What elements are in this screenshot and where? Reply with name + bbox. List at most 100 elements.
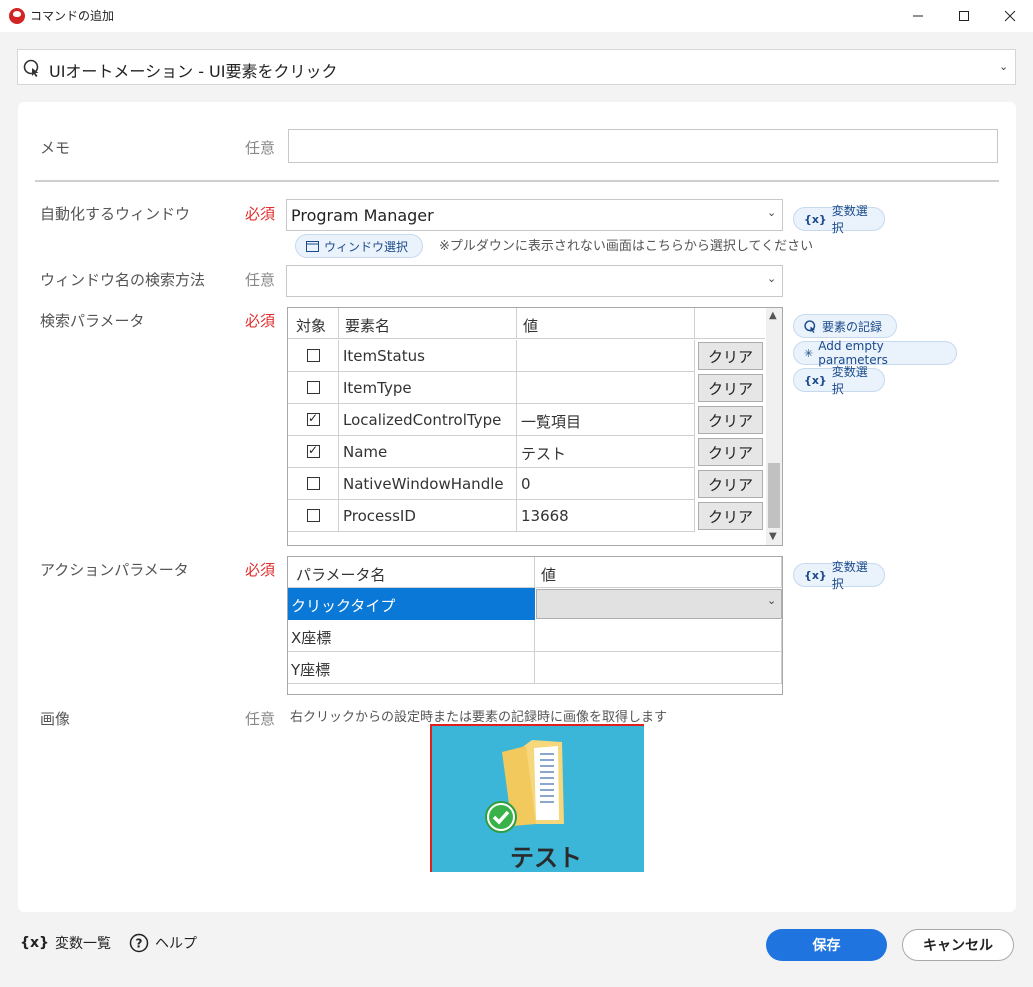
memo-input[interactable]	[288, 129, 998, 163]
table-header: 対象 要素名 値	[288, 308, 765, 339]
maximize-button[interactable]	[941, 0, 987, 32]
help-icon: ?	[129, 933, 149, 953]
row-clear-button[interactable]: クリア	[698, 502, 763, 530]
scroll-up-icon[interactable]: ▲	[769, 310, 777, 321]
click-type-select[interactable]: ⌄	[536, 589, 782, 619]
variable-button-label: 変数選択	[831, 560, 868, 591]
search-params-required-tag: 必須	[245, 312, 276, 330]
row-element-name: ItemType	[339, 372, 517, 404]
target-window-required-tag: 必須	[245, 205, 276, 223]
window-select-label: ウィンドウ選択	[324, 239, 409, 254]
row-checkbox[interactable]	[307, 381, 320, 394]
close-button[interactable]	[987, 0, 1033, 32]
row-clear-button[interactable]: クリア	[698, 406, 763, 434]
cursor-click-icon	[23, 59, 39, 77]
add-empty-parameters-button[interactable]: ✳ Add empty parameters	[793, 339, 957, 367]
svg-text:?: ?	[136, 937, 143, 951]
image-label: 画像	[40, 710, 71, 728]
chevron-down-icon: ⌄	[999, 60, 1009, 73]
column-header-value: 値	[517, 308, 695, 339]
row-checkbox[interactable]	[307, 477, 320, 490]
memo-optional-tag: 任意	[245, 139, 276, 157]
row-clear-button[interactable]: クリア	[698, 374, 763, 402]
variable-button-label: 変数選択	[831, 365, 868, 396]
row-element-name: Name	[339, 436, 517, 468]
window-title: コマンドの追加	[30, 9, 115, 23]
memo-label: メモ	[40, 139, 71, 157]
variable-list-link[interactable]: {x} 変数一覧	[20, 933, 111, 953]
maximize-icon	[959, 11, 969, 21]
image-optional-tag: 任意	[245, 710, 276, 728]
row-element-name: LocalizedControlType	[339, 404, 517, 436]
row-clear-button[interactable]: クリア	[698, 342, 763, 370]
row-value[interactable]: 一覧項目	[517, 404, 695, 436]
search-method-optional-tag: 任意	[245, 271, 276, 289]
command-select[interactable]: UIオートメーション - UI要素をクリック ⌄	[17, 49, 1016, 85]
variable-list-label: 変数一覧	[54, 936, 111, 952]
table-row[interactable]: ItemType クリア	[288, 372, 765, 404]
table-row[interactable]: Name テスト クリア	[288, 436, 765, 468]
target-window-variable-button[interactable]: {x} 変数選択	[793, 204, 885, 235]
save-button[interactable]: 保存	[766, 929, 887, 961]
action-params-table: パラメータ名 値 クリックタイプ ⌄ X座標 Y座標	[287, 556, 783, 695]
search-params-label: 検索パラメータ	[40, 312, 145, 330]
scroll-down-icon[interactable]: ▼	[769, 531, 777, 542]
variable-icon: {x}	[804, 373, 827, 387]
row-value[interactable]	[535, 652, 782, 684]
target-window-select[interactable]: Program Manager ⌄	[286, 199, 783, 231]
row-value[interactable]	[517, 340, 695, 372]
row-value[interactable]: テスト	[517, 436, 695, 468]
title-bar: コマンドの追加	[0, 0, 1033, 32]
app-logo-icon	[9, 8, 25, 24]
row-clear-button[interactable]: クリア	[698, 438, 763, 466]
minimize-button[interactable]	[895, 0, 941, 32]
table-row[interactable]: ItemStatus クリア	[288, 340, 765, 372]
chevron-down-icon: ⌄	[767, 272, 777, 285]
search-method-label: ウィンドウ名の検索方法	[40, 271, 206, 289]
action-params-variable-button[interactable]: {x} 変数選択	[793, 560, 885, 591]
captured-image[interactable]: テスト	[430, 724, 644, 872]
record-element-button[interactable]: 要素の記録	[793, 314, 897, 338]
row-element-name: NativeWindowHandle	[339, 468, 517, 500]
row-value[interactable]	[517, 372, 695, 404]
minimize-icon	[913, 15, 923, 17]
row-checkbox[interactable]	[307, 509, 320, 522]
table-row[interactable]: LocalizedControlType 一覧項目 クリア	[288, 404, 765, 436]
row-element-name: ItemStatus	[339, 340, 517, 372]
variable-icon: {x}	[20, 935, 49, 951]
row-checkbox[interactable]	[307, 349, 320, 362]
row-checkbox[interactable]	[307, 411, 320, 426]
target-window-label: 自動化するウィンドウ	[40, 205, 191, 223]
table-row[interactable]: X座標	[288, 620, 782, 652]
scrollbar-thumb[interactable]	[768, 463, 780, 528]
image-caption: テスト	[510, 844, 582, 872]
row-checkbox[interactable]	[307, 443, 320, 458]
row-element-name: ProcessID	[339, 500, 517, 532]
table-row[interactable]: Y座標	[288, 652, 782, 684]
table-scrollbar[interactable]: ▲ ▼	[766, 308, 782, 545]
search-method-select[interactable]: ⌄	[286, 265, 783, 297]
row-value[interactable]: 13668	[517, 500, 695, 532]
chevron-down-icon: ⌄	[767, 594, 777, 607]
search-params-table: 対象 要素名 値 ItemStatus クリア ItemType クリア Loc…	[287, 307, 783, 546]
row-parameter-name: Y座標	[288, 652, 535, 684]
command-label: UIオートメーション - UI要素をクリック	[49, 62, 338, 81]
table-row[interactable]: NativeWindowHandle 0 クリア	[288, 468, 765, 500]
window-icon	[306, 240, 319, 252]
column-header-element-name: 要素名	[339, 308, 517, 339]
asterisk-icon: ✳	[804, 346, 814, 360]
cancel-button[interactable]: キャンセル	[902, 929, 1014, 961]
row-parameter-name: クリックタイプ	[288, 588, 535, 620]
action-params-label: アクションパラメータ	[40, 561, 189, 579]
table-row-selected[interactable]: クリックタイプ ⌄	[288, 588, 782, 620]
search-params-variable-button[interactable]: {x} 変数選択	[793, 365, 885, 396]
row-clear-button[interactable]: クリア	[698, 470, 763, 498]
help-link[interactable]: ? ヘルプ	[129, 933, 197, 953]
column-header-value: 値	[535, 557, 782, 588]
row-value[interactable]: 0	[517, 468, 695, 500]
row-parameter-name: X座標	[288, 620, 535, 652]
row-value[interactable]	[535, 620, 782, 652]
window-select-button[interactable]: ウィンドウ選択	[295, 234, 423, 258]
chevron-down-icon: ⌄	[767, 206, 777, 219]
table-row[interactable]: ProcessID 13668 クリア	[288, 500, 765, 532]
